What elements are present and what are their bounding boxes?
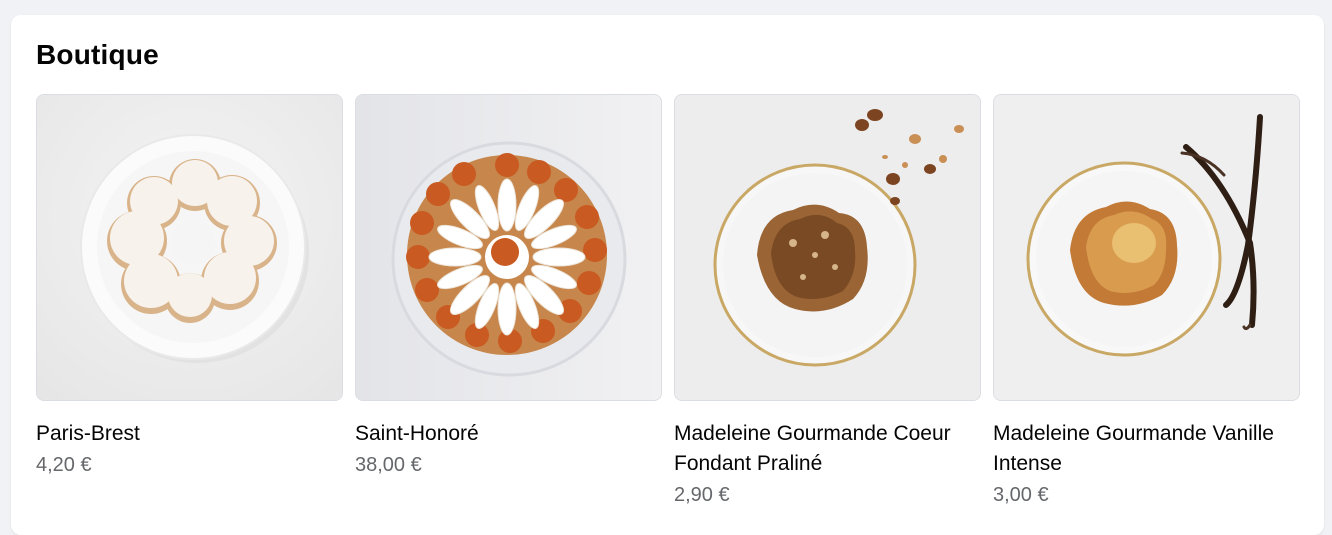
product-image-madeleine-vanille[interactable] <box>993 94 1300 401</box>
product-card-saint-honore[interactable]: Saint-Honoré 38,00 € <box>355 94 662 509</box>
section-title: Boutique <box>36 39 159 70</box>
product-name[interactable]: Madeleine Gourmande Vanille Intense <box>993 419 1300 479</box>
product-card-paris-brest[interactable]: Paris-Brest 4,20 € <box>36 94 343 509</box>
product-card-madeleine-praline[interactable]: Madeleine Gourmande Coeur Fondant Pralin… <box>674 94 981 509</box>
madeleine-praline-photo-icon <box>675 95 980 400</box>
product-name[interactable]: Paris-Brest <box>36 419 343 449</box>
paris-brest-photo-icon <box>37 95 342 400</box>
product-price: 38,00 € <box>355 454 422 476</box>
product-name[interactable]: Saint-Honoré <box>355 419 662 449</box>
product-price: 4,20 € <box>36 454 92 476</box>
product-image-paris-brest[interactable] <box>36 94 343 401</box>
product-image-saint-honore[interactable] <box>355 94 662 401</box>
product-name[interactable]: Madeleine Gourmande Coeur Fondant Pralin… <box>674 419 981 479</box>
product-card-madeleine-vanille[interactable]: Madeleine Gourmande Vanille Intense 3,00… <box>993 94 1300 509</box>
product-price: 3,00 € <box>993 484 1049 506</box>
saint-honore-photo-icon <box>356 95 661 400</box>
madeleine-vanille-photo-icon <box>994 95 1299 400</box>
product-grid: Paris-Brest 4,20 € Saint-Honoré 38,00 € … <box>36 94 1300 509</box>
product-price: 2,90 € <box>674 484 730 506</box>
product-image-madeleine-praline[interactable] <box>674 94 981 401</box>
shop-section-card: Boutique Paris-Brest 4,20 € Saint-Honoré… <box>11 15 1324 535</box>
